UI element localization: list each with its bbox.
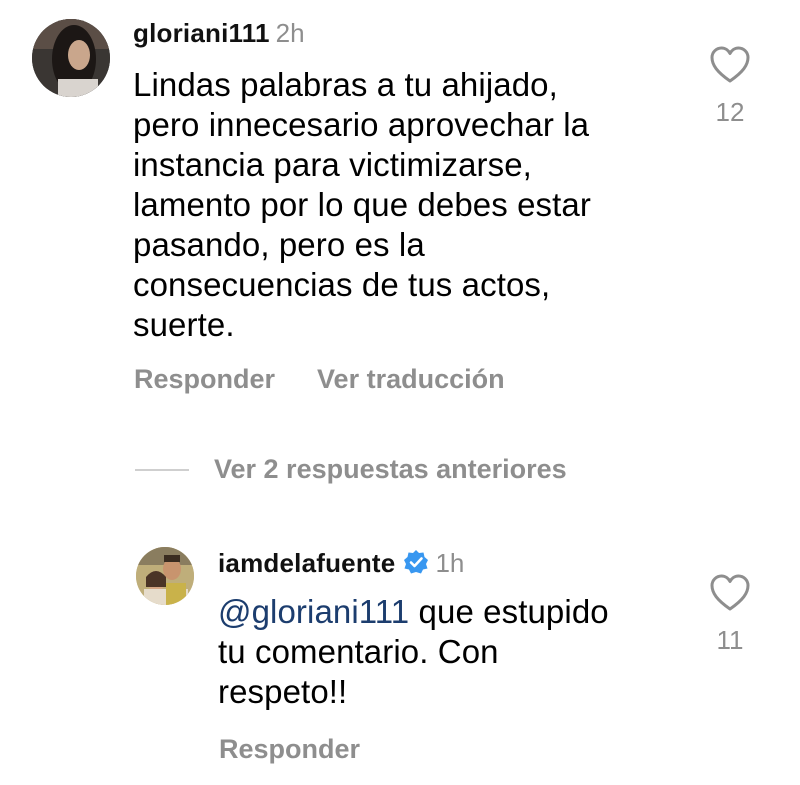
comment-like-button[interactable] [709,45,751,90]
mention-link[interactable]: @gloriani111 [218,593,409,630]
avatar-photo [32,19,110,97]
comment-time: 2h [275,18,305,48]
comment-actions: Responder Ver traducción [134,364,547,395]
reply-reply-button[interactable]: Responder [219,734,360,764]
comment-text: Lindas palabras a tu ahijado, pero innec… [133,65,693,345]
comment-text-line: pero innecesario aprovechar la [133,106,590,143]
reply-text-line: respeto!! [218,673,348,710]
commenter-avatar[interactable] [32,19,110,97]
comment-text-line: suerte. [133,306,235,343]
view-previous-replies-button[interactable]: Ver 2 respuestas anteriores [214,454,567,485]
reply-avatar[interactable] [136,547,194,605]
heart-icon [710,46,750,83]
comment-like-count: 12 [715,97,745,127]
avatar-photo [136,547,194,605]
comment-text-line: lamento por lo que debes estar [133,186,591,223]
comment-text-line: Lindas palabras a tu ahijado, [133,66,558,103]
verified-badge-icon [404,550,429,574]
reply-time: 1h [435,548,465,578]
reply-username[interactable]: iamdelafuente [218,548,395,578]
reply-text-fragment: que estupido [409,593,609,630]
reply-text-line: @gloriani111 que estupido [218,592,688,632]
heart-icon [710,574,750,611]
reply-like-count: 11 [716,625,744,655]
translate-button[interactable]: Ver traducción [317,364,505,394]
comment-text-line: pasando, pero es la [133,226,425,263]
comment-header: gloriani111 2h [133,18,305,49]
reply-like-button[interactable] [709,573,751,618]
comment-text-line: instancia para victimizarse, [133,146,532,183]
replies-divider [135,469,189,471]
comment-username[interactable]: gloriani111 [133,18,270,48]
comment-text-line: consecuencias de tus actos, [133,266,551,303]
reply-button[interactable]: Responder [134,364,275,394]
reply-header: iamdelafuente 1h [218,548,464,579]
reply-actions: Responder [219,734,402,765]
reply-text: @gloriani111 que estupido tu comentario.… [218,592,688,712]
reply-text-line: tu comentario. Con [218,633,499,670]
